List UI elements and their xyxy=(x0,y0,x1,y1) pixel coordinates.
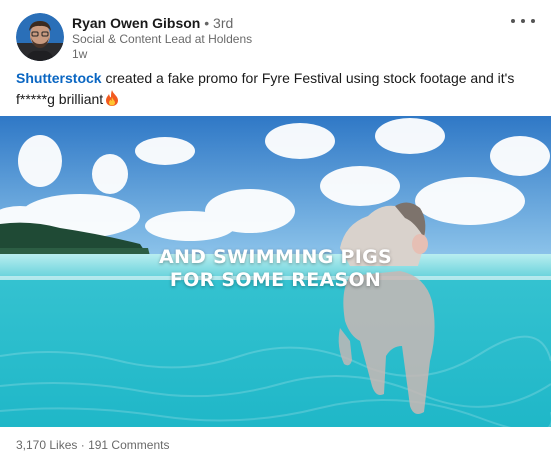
menu-dot xyxy=(511,19,515,23)
caption-line-1: AND SWIMMING PIGS xyxy=(158,246,393,268)
likes-count[interactable]: 3,170 Likes xyxy=(16,438,77,452)
social-counts: 3,170 Likes · 191 Comments xyxy=(16,436,169,454)
menu-dot xyxy=(521,19,525,23)
connection-degree: • 3rd xyxy=(204,15,234,31)
video-media[interactable]: AND SWIMMING PIGS FOR SOME REASON xyxy=(0,116,551,427)
avatar[interactable] xyxy=(16,13,64,61)
actor-name[interactable]: Ryan Owen Gibson xyxy=(72,15,200,31)
counts-separator: · xyxy=(80,438,85,452)
ellipsis-icon[interactable] xyxy=(511,13,535,29)
mention-link[interactable]: Shutterstock xyxy=(16,70,102,86)
comments-count[interactable]: 191 Comments xyxy=(88,438,169,452)
menu-dot xyxy=(531,19,535,23)
actor-headline: Social & Content Lead at Holdens xyxy=(72,32,253,46)
post-header: Ryan Owen Gibson • 3rd Social & Content … xyxy=(16,13,535,61)
caption-line-2: FOR SOME REASON xyxy=(169,269,382,291)
fire-emoji-icon xyxy=(105,90,119,112)
actor-info: Ryan Owen Gibson • 3rd Social & Content … xyxy=(72,14,252,62)
actor-name-line: Ryan Owen Gibson • 3rd xyxy=(72,14,252,32)
avatar-photo-icon xyxy=(16,13,64,61)
post-commentary: Shutterstock created a fake promo for Fy… xyxy=(16,68,541,112)
video-caption: AND SWIMMING PIGS FOR SOME REASON xyxy=(0,246,551,292)
post-timestamp: 1w xyxy=(72,47,88,61)
